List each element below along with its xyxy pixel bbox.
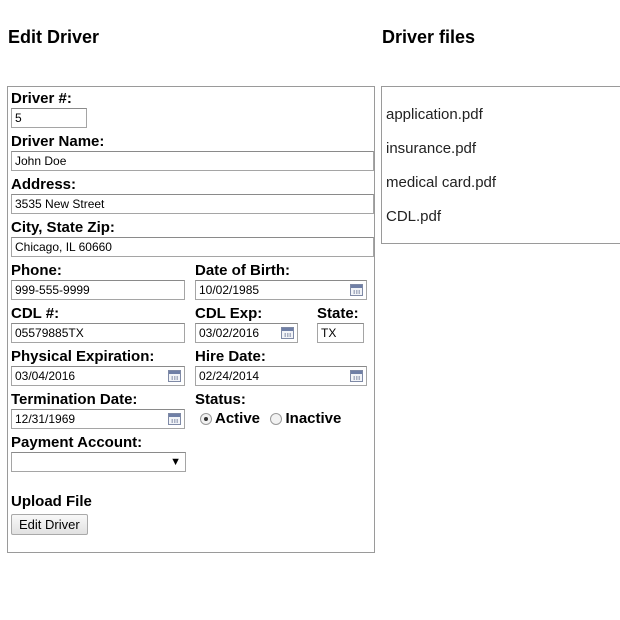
edit-driver-heading: Edit Driver [8,27,100,47]
physical-expiration-input[interactable]: 03/04/2016 [11,366,185,386]
calendar-icon[interactable] [350,284,363,296]
driver-number-input[interactable]: 5 [11,108,87,128]
hire-date-input[interactable]: 02/24/2014 [195,366,367,386]
cdl-number-input[interactable]: 05579885TX [11,323,185,343]
payment-account-label: Payment Account: [11,434,143,451]
state-input[interactable]: TX [317,323,364,343]
file-link-application[interactable]: application.pdf [386,106,483,123]
calendar-icon[interactable] [350,370,363,382]
physical-expiration-label: Physical Expiration: [11,348,155,365]
address-label: Address: [11,176,77,193]
edit-driver-button[interactable]: Edit Driver [11,514,88,535]
cdl-exp-label: CDL Exp: [195,305,263,322]
phone-label: Phone: [11,262,62,279]
phone-input[interactable]: 999-555-9999 [11,280,185,300]
date-of-birth-label: Date of Birth: [195,262,290,279]
state-label: State: [317,305,359,322]
status-inactive-label[interactable]: Inactive [285,410,341,427]
status-inactive-radio[interactable] [270,412,283,425]
physical-expiration-value: 03/04/2016 [15,369,76,383]
chevron-down-icon: ▼ [170,456,181,468]
date-of-birth-input[interactable]: 10/02/1985 [195,280,367,300]
calendar-icon[interactable] [168,370,181,382]
driver-name-label: Driver Name: [11,133,105,150]
status-active-label[interactable]: Active [215,410,260,427]
driver-files-panel: application.pdf insurance.pdf medical ca… [381,86,620,244]
cdl-exp-input[interactable]: 03/02/2016 [195,323,298,343]
status-label: Status: [195,391,246,408]
calendar-icon[interactable] [281,327,294,339]
payment-account-select[interactable]: ▼ [11,452,186,472]
city-state-zip-label: City, State Zip: [11,219,115,236]
file-link-cdl[interactable]: CDL.pdf [386,208,441,225]
termination-date-input[interactable]: 12/31/1969 [11,409,185,429]
driver-name-input[interactable]: John Doe [11,151,374,171]
address-input[interactable]: 3535 New Street [11,194,374,214]
edit-driver-form: Driver #: 5 Driver Name: John Doe Addres… [7,86,375,553]
file-link-insurance[interactable]: insurance.pdf [386,140,476,157]
date-of-birth-value: 10/02/1985 [199,283,260,297]
upload-file-label: Upload File [11,493,92,510]
calendar-icon[interactable] [168,413,181,425]
cdl-number-label: CDL #: [11,305,60,322]
termination-date-label: Termination Date: [11,391,138,408]
city-state-zip-input[interactable]: Chicago, IL 60660 [11,237,374,257]
cdl-exp-value: 03/02/2016 [199,326,260,340]
hire-date-value: 02/24/2014 [199,369,260,383]
status-radio-group: Active Inactive [200,410,347,428]
status-active-radio[interactable] [200,412,212,425]
hire-date-label: Hire Date: [195,348,266,365]
driver-files-heading: Driver files [382,27,476,47]
file-link-medical-card[interactable]: medical card.pdf [386,174,496,191]
termination-date-value: 12/31/1969 [15,412,76,426]
driver-number-label: Driver #: [11,90,72,107]
